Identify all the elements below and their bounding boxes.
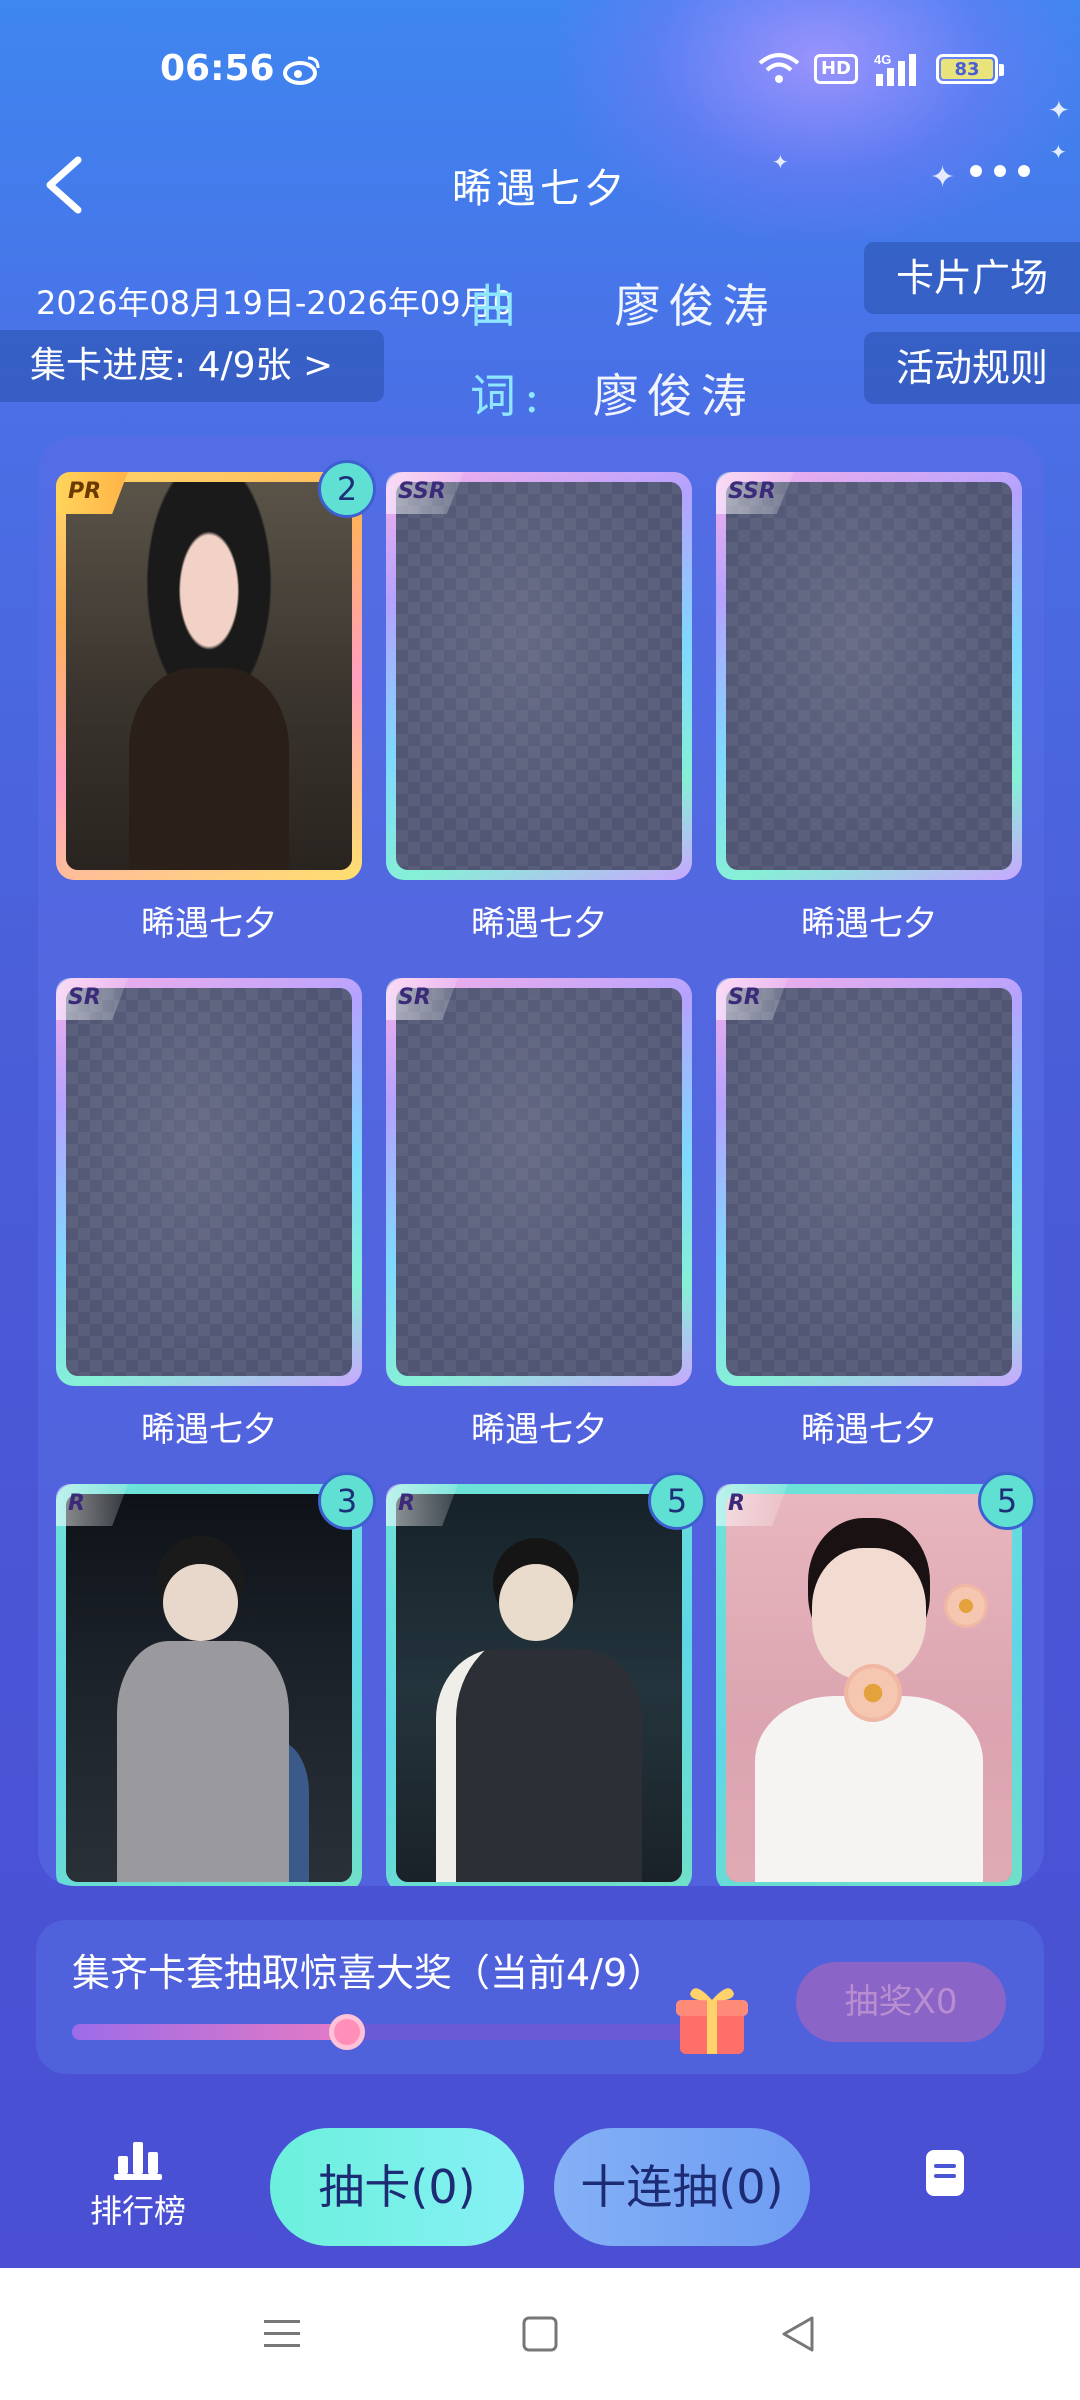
leaderboard-button[interactable]: 排行榜: [78, 2140, 198, 2250]
card-label: 晞遇七夕: [141, 904, 277, 944]
draw-ten-button[interactable]: 十连抽(0): [554, 2128, 810, 2246]
gift-icon: [676, 1988, 748, 2054]
card-locked-silhouette: [726, 988, 1012, 1376]
sparkle-icon: ✦: [1048, 96, 1070, 126]
battery-icon: 83: [936, 54, 1004, 84]
card-8[interactable]: R: [386, 1484, 692, 1886]
card-6[interactable]: SR: [716, 978, 1022, 1386]
svg-text:4G: 4G: [874, 52, 891, 67]
card-count-badge: 3: [318, 1472, 376, 1530]
card-4[interactable]: SR: [56, 978, 362, 1386]
grand-prize-panel: 集齐卡套抽取惊喜大奖（当前4/9） 抽奖X0: [36, 1920, 1044, 2074]
card-5[interactable]: SR: [386, 978, 692, 1386]
wifi-icon: [758, 53, 800, 83]
signal-4g-icon: 4G: [874, 52, 916, 86]
card-label: 晞遇七夕: [471, 1410, 607, 1450]
system-nav-bar: [0, 2268, 1080, 2400]
home-square-icon[interactable]: [518, 2312, 562, 2356]
card-locked-silhouette: [396, 988, 682, 1376]
card-locked-silhouette: [396, 482, 682, 870]
lyricist-label: 词:: [470, 369, 548, 423]
hd-icon: HD: [813, 54, 858, 84]
card-3[interactable]: SSR: [716, 472, 1022, 880]
card-plaza-button[interactable]: 卡片广场: [864, 242, 1080, 314]
lyric-composer: 曲 廖俊涛: [470, 270, 777, 336]
flower-decoration: [944, 1584, 988, 1628]
leaderboard-label: 排行榜: [89, 2192, 186, 2230]
card-photo: [66, 1494, 352, 1882]
status-time: 06:56: [160, 48, 275, 89]
card-count-badge: 2: [318, 460, 376, 518]
card-1[interactable]: PR: [56, 472, 362, 880]
progress-knob: [329, 2014, 366, 2050]
more-options-button[interactable]: [970, 165, 1030, 177]
more-dots-icon: [970, 165, 982, 177]
bar-chart-icon: [114, 2142, 162, 2180]
draw-prize-button[interactable]: 抽奖X0: [796, 1962, 1006, 2042]
menu-icon[interactable]: [260, 2312, 304, 2356]
app-screen: ✦ ✦ ✦ ✦ 06:56 HD 4G 83 晞遇七夕 2026年08月19日-…: [0, 0, 1080, 2268]
grand-prize-progress-fill: [72, 2024, 348, 2040]
card-count-badge: 5: [648, 1472, 706, 1530]
card-label: 晞遇七夕: [801, 904, 937, 944]
composer-label: 曲: [470, 279, 524, 333]
card-locked-silhouette: [66, 988, 352, 1376]
lyricist-name: 廖俊涛: [592, 369, 755, 423]
lyric-lyricist: 词: 廖俊涛: [470, 360, 755, 426]
card-count-badge: 5: [978, 1472, 1036, 1530]
card-locked-silhouette: [726, 482, 1012, 870]
composer-name: 廖俊涛: [614, 279, 777, 333]
grand-prize-title: 集齐卡套抽取惊喜大奖（当前4/9）: [72, 1951, 666, 1995]
record-list-icon[interactable]: [920, 2148, 970, 2198]
card-label: 晞遇七夕: [471, 904, 607, 944]
collection-progress-button[interactable]: 集卡进度: 4/9张 >: [0, 330, 384, 402]
event-date-range: 2026年08月19日-2026年09月0: [36, 284, 513, 322]
battery-level: 83: [941, 59, 993, 80]
flower-decoration: [844, 1664, 902, 1722]
grand-prize-progress-track: [72, 2024, 692, 2040]
draw-card-button[interactable]: 抽卡(0): [270, 2128, 524, 2246]
card-photo: [396, 1494, 682, 1882]
status-icons: HD 4G 83: [758, 52, 1004, 86]
card-photo: [66, 482, 352, 870]
card-grid: PR 2 晞遇七夕 SSR 晞遇七夕 SSR 晞遇七夕 SR 晞遇七夕 SR 晞…: [38, 436, 1044, 1886]
weibo-icon: [283, 56, 320, 85]
card-2[interactable]: SSR: [386, 472, 692, 880]
card-7[interactable]: R: [56, 1484, 362, 1886]
card-9[interactable]: R: [716, 1484, 1022, 1886]
back-triangle-icon[interactable]: [776, 2312, 820, 2356]
card-label: 晞遇七夕: [801, 1410, 937, 1450]
page-title: 晞遇七夕: [452, 166, 628, 212]
card-label: 晞遇七夕: [141, 1410, 277, 1450]
activity-rules-button[interactable]: 活动规则: [864, 332, 1080, 404]
